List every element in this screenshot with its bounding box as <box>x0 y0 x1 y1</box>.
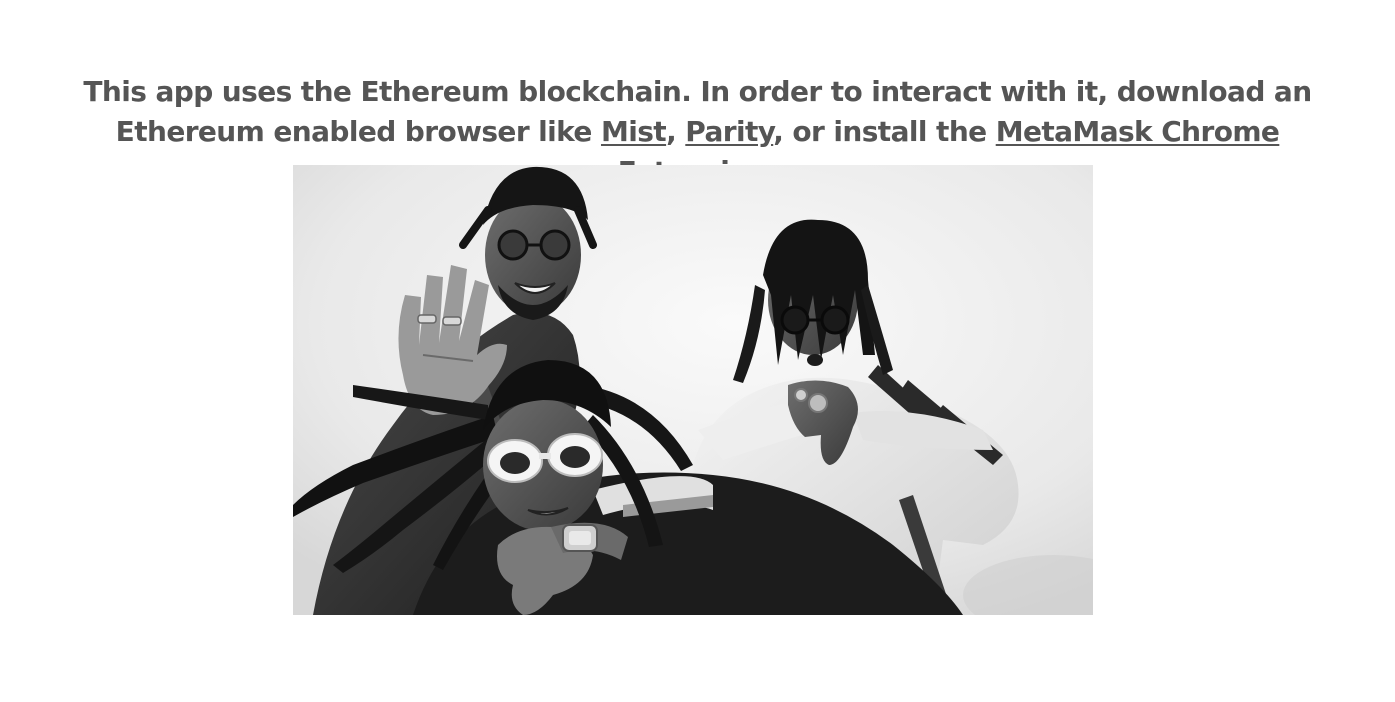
hero-photo <box>293 165 1093 615</box>
mist-link[interactable]: Mist <box>601 115 667 148</box>
notice-separator: , <box>666 115 686 148</box>
group-portrait-illustration <box>293 165 1093 615</box>
notice-text-middle: , or install the <box>773 115 996 148</box>
page: This app uses the Ethereum blockchain. I… <box>0 0 1395 702</box>
parity-link[interactable]: Parity <box>685 115 774 148</box>
